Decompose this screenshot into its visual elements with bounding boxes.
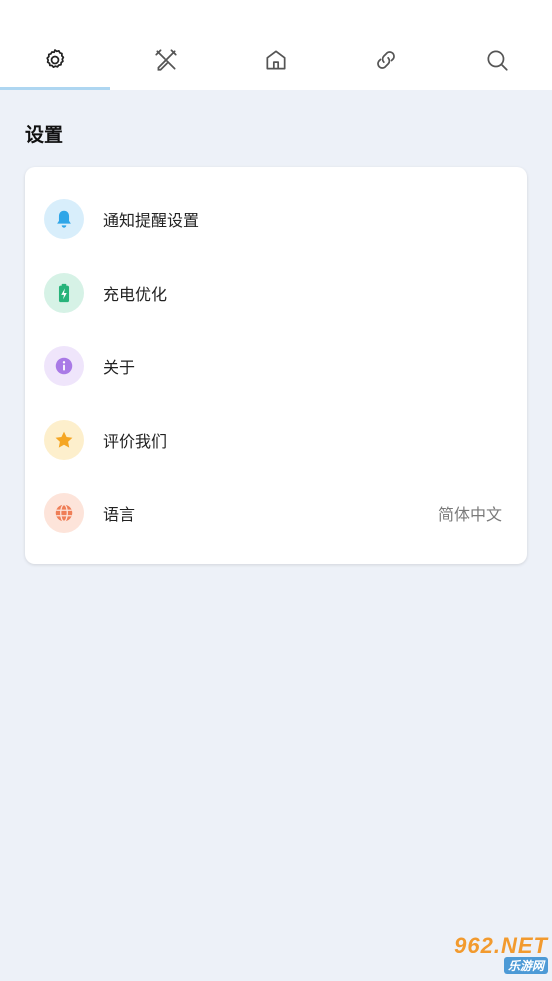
- settings-item-notifications[interactable]: 通知提醒设置: [25, 189, 527, 249]
- battery-charging-icon: [58, 283, 70, 303]
- tab-tools[interactable]: [110, 0, 220, 90]
- page-title: 设置: [25, 124, 64, 146]
- home-icon: [266, 50, 286, 70]
- language-value: 简体中文: [437, 505, 502, 524]
- settings-item-charging[interactable]: 充电优化: [25, 263, 527, 323]
- tools-icon: [154, 49, 177, 71]
- settings-item-label: 关于: [103, 358, 136, 377]
- settings-screen: 设置 通知提醒设置 充电优化 关于 评价我们 语言 简体中文 962.NET 乐…: [0, 0, 552, 981]
- settings-item-rate-us[interactable]: 评价我们: [25, 410, 527, 470]
- tab-settings[interactable]: [0, 0, 111, 90]
- bell-icon: [57, 210, 71, 228]
- info-icon-badge: [44, 346, 84, 386]
- settings-item-language[interactable]: 语言 简体中文: [25, 483, 527, 543]
- info-icon: [55, 357, 73, 375]
- settings-item-label: 充电优化: [103, 285, 168, 304]
- search-icon: [487, 50, 508, 71]
- tab-home[interactable]: [221, 0, 331, 90]
- gear-icon: [46, 49, 65, 69]
- globe-icon-badge: [44, 493, 84, 533]
- active-tab-indicator: [0, 87, 111, 90]
- tab-link[interactable]: [331, 0, 441, 90]
- star-icon: [55, 431, 73, 448]
- battery-icon-badge: [44, 273, 84, 313]
- star-icon-badge: [44, 420, 84, 460]
- settings-item-label: 通知提醒设置: [103, 211, 200, 230]
- watermark-domain: 962.NET: [454, 932, 548, 958]
- link-icon: [377, 51, 396, 69]
- site-watermark: 962.NET 乐游网: [412, 930, 548, 976]
- top-tab-bar: [0, 0, 552, 90]
- settings-item-about[interactable]: 关于: [25, 336, 527, 396]
- settings-item-label: 评价我们: [103, 432, 168, 451]
- watermark-site-name: 乐游网: [503, 956, 548, 974]
- tab-search[interactable]: [442, 0, 552, 90]
- globe-icon: [55, 504, 73, 522]
- settings-item-label: 语言: [103, 505, 136, 524]
- settings-card: 通知提醒设置 充电优化 关于 评价我们 语言 简体中文: [25, 167, 527, 564]
- bell-icon-badge: [44, 199, 84, 239]
